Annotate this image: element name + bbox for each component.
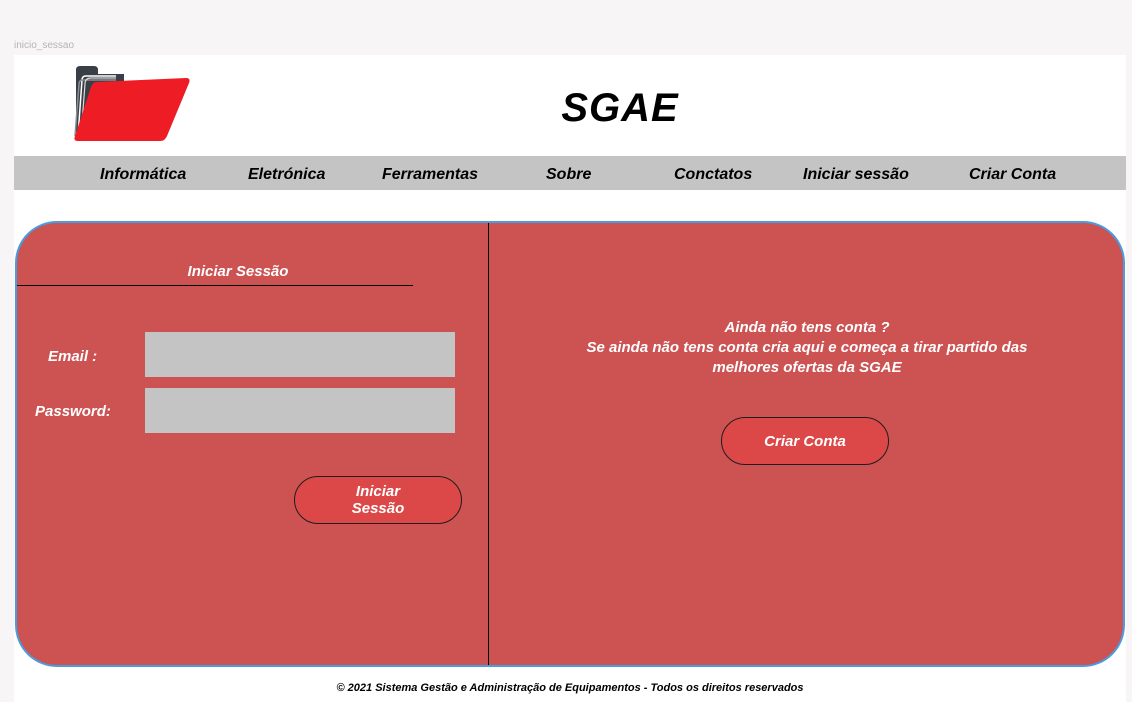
panel-divider (488, 223, 489, 665)
login-submit-line1: Iniciar (355, 483, 401, 500)
brand-title: SGAE (561, 86, 679, 130)
signup-message: Ainda não tens conta ? Se ainda não tens… (489, 318, 1123, 378)
nav-item-informatica[interactable]: Informática (100, 156, 186, 190)
password-label: Password: (35, 403, 111, 420)
title-underline (17, 285, 413, 286)
signup-line2: Se ainda não tens conta cria aqui e come… (586, 339, 1028, 356)
email-label: Email : (48, 348, 98, 365)
nav-item-iniciar-sessao[interactable]: Iniciar sessão (803, 156, 909, 190)
signup-line1: Ainda não tens conta ? (724, 319, 890, 336)
nav-item-sobre[interactable]: Sobre (546, 156, 591, 190)
login-submit-button[interactable]: Iniciar Sessão (294, 476, 462, 524)
nav-item-contatos[interactable]: Conctatos (674, 156, 752, 190)
auth-panel: Iniciar Sessão Email : Password: Iniciar… (15, 221, 1125, 667)
frame-label: inicio_sessao (14, 40, 75, 51)
email-field[interactable] (145, 332, 455, 377)
nav-item-ferramentas[interactable]: Ferramentas (382, 156, 478, 190)
main-nav: Informática Eletrónica Ferramentas Sobre… (14, 156, 1126, 190)
login-submit-line2: Sessão (351, 500, 405, 517)
password-field[interactable] (145, 388, 455, 433)
footer-copyright: © 2021 Sistema Gestão e Administração de… (336, 682, 804, 694)
nav-item-criar-conta[interactable]: Criar Conta (969, 156, 1056, 190)
page: SGAE Informática Eletrónica Ferramentas … (14, 55, 1126, 702)
login-title: Iniciar Sessão (187, 263, 289, 280)
signup-line3: melhores ofertas da SGAE (712, 359, 902, 376)
nav-item-eletronica[interactable]: Eletrónica (248, 156, 325, 190)
create-account-button[interactable]: Criar Conta (721, 417, 889, 465)
